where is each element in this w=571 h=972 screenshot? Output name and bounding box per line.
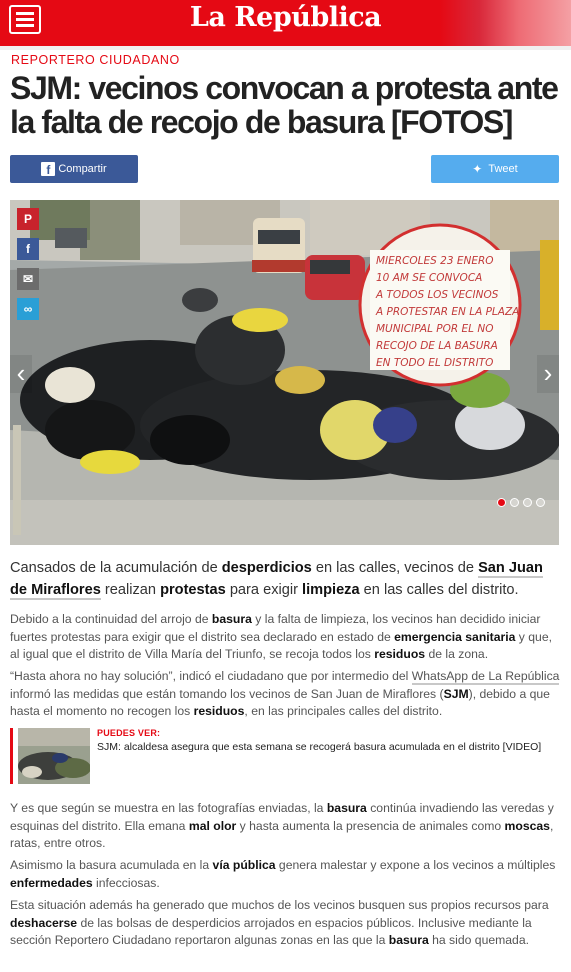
p-text: infecciosas. [92,875,160,890]
hamburger-icon[interactable] [9,5,41,34]
facebook-share-button[interactable]: f Compartir [10,155,138,183]
p-bold: vía pública [212,858,276,872]
lead-text: Cansados de la acumulación de [10,560,222,576]
lead-bold: desperdicios [221,560,312,576]
related-article[interactable]: PUEDES VER: SJM: alcaldesa asegura que e… [10,728,560,788]
sign-line-5: MUNICIPAL POR EL NO [376,323,493,335]
p-text: Y es que según se muestra en las fotogra… [10,801,327,815]
header-divider [0,46,571,50]
email-icon[interactable]: ✉ [17,268,39,290]
lead-text: para exigir [225,582,303,598]
gallery-dot-1[interactable] [497,498,506,507]
facebook-icon: f [41,162,56,177]
whatsapp-la-republica-link[interactable]: WhatsApp de La República [411,669,560,685]
related-accent-bar [10,728,13,784]
paragraph-1: Debido a la continuidad del arrojo de ba… [10,611,560,664]
prev-slide-arrow-icon[interactable]: ‹ [10,355,32,393]
p-text: genera malestar y expone a los vecinos a… [275,858,556,872]
lead-bold: limpieza [302,582,360,598]
p-bold: moscas [504,818,550,833]
sign-line-6: RECOJO DE LA BASURA [376,340,498,352]
pinterest-icon[interactable]: P [17,208,39,230]
lead-text: en las calles del distrito. [359,582,519,598]
twitter-share-label: Tweet [488,163,518,175]
related-title[interactable]: SJM: alcaldesa asegura que esta semana s… [97,741,541,753]
gallery-pagination [497,498,545,507]
p-text: Esta situación además ha generado que mu… [10,898,549,912]
sign-line-1: MIERCOLES 23 ENERO [376,255,494,267]
p-bold: basura [326,801,367,815]
p-text: ha sido quemada. [428,933,529,947]
article-headline: SJM: vecinos convocan a protesta ante la… [10,70,559,140]
p-text: informó las medidas que están tomando lo… [10,686,444,701]
garbage-street-photo: MIERCOLES 23 ENERO 10 AM SE CONVOCA A TO… [10,200,559,545]
gallery-dot-2[interactable] [510,498,519,507]
header-banner-image [440,0,571,46]
sign-line-4: A PROTESTAR EN LA PLAZA [375,306,519,318]
lead-text: realizan [100,582,161,598]
p-bold: residuos [374,647,426,661]
facebook-icon[interactable]: f [17,238,39,260]
sign-line-7: EN TODO EL DISTRITO [376,357,493,369]
site-logo[interactable]: La República [150,2,421,33]
paragraph-2: “Hasta ahora no hay solución”, indicó el… [10,668,560,721]
paragraph-5: Esta situación además ha generado que mu… [10,897,560,950]
p-text: , en las principales calles del distrito… [244,704,443,718]
p-text: Debido a la continuidad del arrojo de [10,612,212,626]
p-bold: SJM [443,686,469,701]
gallery-dot-3[interactable] [523,498,532,507]
link-icon[interactable]: ∞ [17,298,39,320]
lead-text: en las calles, vecinos de [311,560,479,576]
hero-photo-gallery[interactable]: MIERCOLES 23 ENERO 10 AM SE CONVOCA A TO… [10,200,559,545]
p-bold: deshacerse [10,915,78,930]
facebook-share-label: Compartir [58,163,107,175]
paragraph-3: Y es que según se muestra en las fotogra… [10,800,560,853]
paragraph-4: Asimismo la basura acumulada en la vía p… [10,857,560,892]
top-bar: La República [0,0,571,46]
p-text: de la zona. [425,647,489,661]
p-bold: basura [211,612,252,626]
related-thumbnail[interactable] [18,728,90,784]
p-bold: enfermedades [10,875,93,890]
twitter-bird-icon: ✦ [472,162,483,176]
p-bold: mal olor [188,818,237,833]
p-bold: emergencia sanitaria [394,629,516,644]
twitter-share-button[interactable]: ✦ Tweet [431,155,559,183]
sign-line-3: A TODOS LOS VECINOS [375,289,499,301]
article-lead: Cansados de la acumulación de desperdici… [10,557,560,601]
lead-bold: protestas [160,582,226,598]
p-text: Asimismo la basura acumulada en la [10,858,213,872]
gallery-dot-4[interactable] [536,498,545,507]
p-text: “Hasta ahora no hay solución”, indicó el… [10,669,412,683]
p-bold: basura [388,933,429,947]
section-label[interactable]: REPORTERO CIUDADANO [11,53,180,67]
p-bold: residuos [193,704,245,718]
next-slide-arrow-icon[interactable]: › [537,355,559,393]
p-text: y hasta aumenta la presencia de animales… [236,818,505,833]
sign-line-2: 10 AM SE CONVOCA [376,272,482,284]
related-kicker: PUEDES VER: [97,728,161,738]
